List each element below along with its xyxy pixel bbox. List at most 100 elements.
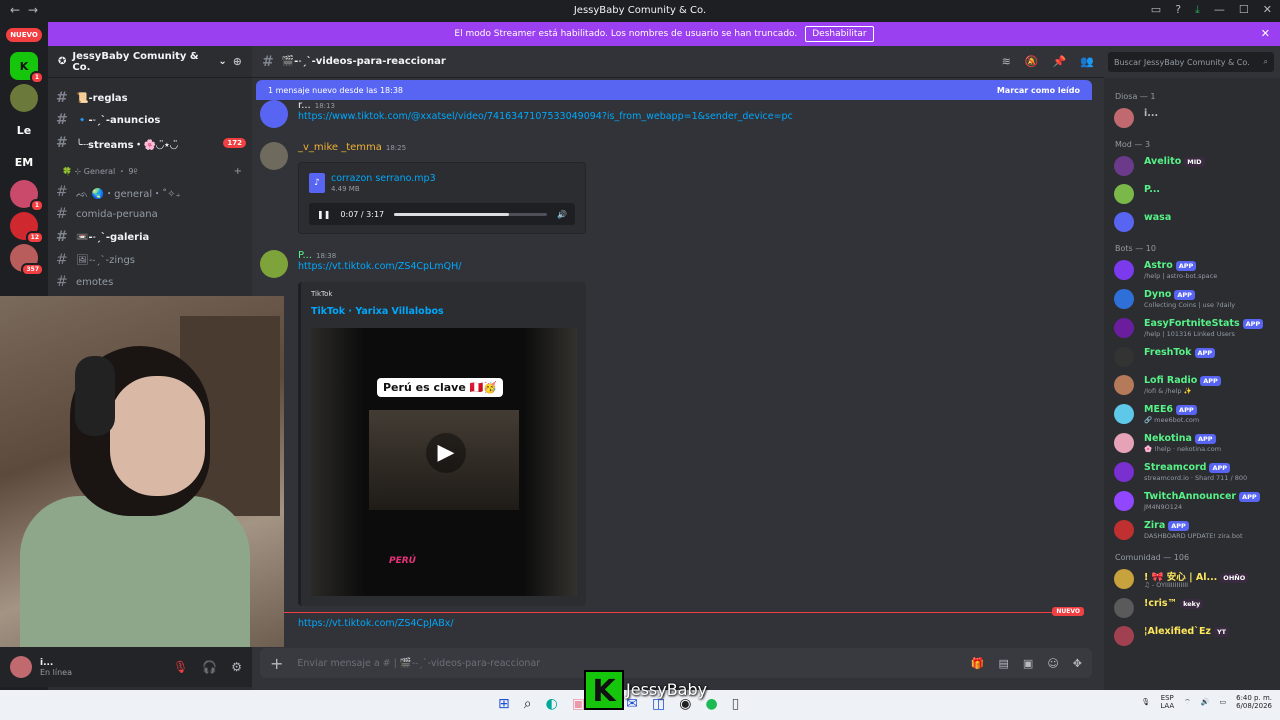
server-header[interactable]: ✪ JessyBaby Comunity & Co. ⌄ ⊕ — [48, 46, 252, 78]
close-icon[interactable]: ✕ — [1261, 27, 1270, 40]
member-name: !cris™ keky — [1144, 598, 1204, 609]
channel-item[interactable]: # 🖼-˗ˏˋ-zings — [56, 250, 246, 270]
avatar[interactable] — [260, 250, 288, 278]
message-link[interactable]: https://vt.tiktok.com/ZS4CpJABx/ — [298, 618, 454, 629]
play-icon[interactable]: ▶ — [426, 433, 466, 473]
member-item[interactable]: MEE6 APP 🔗 mee6bot.com — [1114, 402, 1280, 428]
app-badge: APP — [1174, 289, 1195, 300]
server-icon[interactable]: 357 — [10, 244, 44, 276]
channel-item[interactable]: # 🔹-˗ˏˋ-anuncios — [56, 110, 246, 130]
channel-item[interactable]: # emotes — [56, 272, 246, 292]
notes-icon[interactable]: ▯ — [732, 696, 740, 712]
member-list: Diosa — 1 i... Mod — 3 Avelito MID P... wasa Bo… — [1104, 78, 1280, 690]
avatar[interactable] — [260, 100, 288, 128]
close-window-icon[interactable]: ✕ — [1263, 3, 1272, 17]
channel-item[interactable]: # 📜-reglas — [56, 88, 246, 108]
sticker-icon[interactable]: ▣ — [1023, 657, 1033, 670]
message-author[interactable]: r... — [298, 100, 311, 111]
audio-seek-bar[interactable] — [394, 212, 548, 216]
member-item[interactable]: ! 🎀 安心 | Al... OHÑO ♫ - OYIIIIIIIIIIII — [1114, 567, 1280, 593]
message-author[interactable]: _v_mike _temma — [298, 142, 382, 153]
add-member-icon[interactable]: ⊕ — [233, 55, 242, 68]
add-attachment-icon[interactable]: + — [270, 654, 283, 673]
member-item[interactable]: !cris™ keky — [1114, 596, 1280, 622]
notifications-muted-icon[interactable]: 🔕 — [1025, 55, 1039, 68]
clock-time[interactable]: 6:40 p. m. — [1236, 694, 1272, 702]
member-item[interactable]: Zira APP DASHBOARD UPDATE! zira.bot — [1114, 518, 1280, 544]
edge-icon[interactable]: ◐ — [546, 696, 558, 712]
gif-icon[interactable]: ▤ — [999, 657, 1009, 670]
member-item[interactable]: Astro APP/help | astro-bot.space — [1114, 258, 1280, 284]
avatar[interactable] — [10, 656, 32, 678]
threads-icon[interactable]: ≋ — [1002, 55, 1011, 68]
category-general[interactable]: 🍀 ⊹ General ・ 9୧ + — [62, 166, 242, 177]
pin-icon[interactable]: 📌 — [1053, 55, 1067, 68]
apps-icon[interactable]: ✥ — [1073, 657, 1082, 670]
server-badge-icon: ✪ — [58, 56, 67, 67]
server-icon[interactable]: K1 — [10, 52, 44, 84]
maximize-icon[interactable]: ☐ — [1239, 3, 1249, 17]
message-link[interactable]: https://www.tiktok.com/@xxatsel/video/74… — [298, 111, 1058, 122]
member-item[interactable]: Streamcord APP streamcord.io · Shard 711 /… — [1114, 460, 1280, 486]
member-item[interactable]: TwitchAnnouncer APP JM4N9O124 — [1114, 489, 1280, 515]
channel-item[interactable]: # ╰┈streams・🌸◡̈⋆◡̈ 172 — [56, 133, 246, 153]
member-item[interactable]: P... — [1114, 182, 1280, 208]
inbox-icon[interactable]: ▭ — [1151, 3, 1161, 17]
volume-icon[interactable]: 🔊 — [1201, 698, 1210, 706]
hash-icon: # — [56, 90, 68, 106]
embed-video[interactable]: Perú es clave 🇵🇪🥳 ▶ PERÚ — [311, 328, 577, 596]
member-item[interactable]: FreshTok APP — [1114, 345, 1280, 371]
audio-player: ❚❚ 0:07 / 3:17 🔊 — [309, 203, 575, 225]
server-icon[interactable]: 12 — [10, 212, 44, 244]
server-icon[interactable] — [10, 84, 38, 112]
search-icon[interactable]: ⌕ — [524, 696, 532, 712]
nuevo-badge[interactable]: NUEVO — [6, 28, 42, 42]
message-author[interactable]: P... — [298, 250, 312, 261]
spotify-icon[interactable]: ● — [705, 696, 717, 712]
avatar[interactable] — [260, 142, 288, 170]
minimize-icon[interactable]: — — [1214, 3, 1225, 17]
member-status-text: streamcord.io · Shard 711 / 800 — [1144, 474, 1248, 482]
gift-icon[interactable]: 🎁 — [971, 657, 985, 670]
server-icon[interactable]: 1 — [10, 180, 44, 212]
disable-streamer-button[interactable]: Deshabilitar — [805, 26, 874, 42]
add-channel-icon[interactable]: + — [234, 166, 242, 177]
member-item[interactable]: ¦Alexified`Ez YT — [1114, 624, 1280, 650]
server-icon[interactable]: EM — [10, 148, 38, 176]
help-icon[interactable]: ? — [1175, 3, 1181, 17]
wifi-icon[interactable]: ⌔ — [1184, 698, 1191, 707]
member-item[interactable]: Dyno APP Collecting Coins | use ?daily — [1114, 287, 1280, 313]
channel-item[interactable]: # comida-peruana — [56, 204, 246, 224]
mic-icon[interactable]: 🎙 — [1141, 698, 1150, 706]
members-icon[interactable]: 👥 — [1080, 55, 1094, 68]
download-icon[interactable]: ⤓ — [1195, 3, 1200, 17]
member-item[interactable]: wasa — [1114, 210, 1280, 236]
gear-icon[interactable]: ⚙ — [231, 660, 242, 674]
member-item[interactable]: Lofi Radio APP/lofi & /help ✨ — [1114, 373, 1280, 399]
message-link[interactable]: https://vt.tiktok.com/ZS4CpLmQH/ — [298, 261, 1058, 272]
audio-filename[interactable]: corrazon serrano.mp3 — [331, 173, 436, 184]
app-badge: APP — [1239, 491, 1260, 502]
embed-title[interactable]: TikTok · Yarixa Villalobos — [311, 306, 444, 317]
windows-start-icon[interactable]: ⊞ — [498, 696, 510, 712]
channel-item[interactable]: # ᨒ 🌏・general・˚✧₊ — [56, 182, 246, 202]
search-input[interactable]: Buscar JessyBaby Comunity & Co. ⌕ — [1108, 52, 1274, 72]
member-item[interactable]: Avelito MID — [1114, 154, 1280, 180]
hash-icon: # — [56, 252, 68, 268]
member-item[interactable]: EasyFortniteStats APP/help | 101316 Linke… — [1114, 316, 1280, 342]
headphones-icon[interactable]: 🎧 — [202, 660, 217, 674]
member-item[interactable]: Nekotina APP 🌸 !help · nekotina.com — [1114, 431, 1280, 457]
mic-muted-icon[interactable]: 🎙 — [173, 660, 188, 674]
new-messages-bar[interactable]: 1 mensaje nuevo desde las 18:38 Marcar c… — [256, 80, 1092, 100]
battery-icon[interactable]: ▭ — [1219, 698, 1226, 706]
member-item[interactable]: i... — [1114, 106, 1280, 132]
language-indicator[interactable]: ESP — [1160, 694, 1174, 702]
channel-item[interactable]: # 📼-˗ˏˋ-galeria — [56, 227, 246, 247]
emoji-icon[interactable]: ☺ — [1047, 657, 1058, 670]
mark-read-button[interactable]: Marcar como leído — [997, 86, 1080, 95]
volume-icon[interactable]: 🔊 — [557, 210, 567, 219]
message-composer[interactable]: + Enviar mensaje a # | 🎬-˗ˏˋ-videos-para… — [260, 648, 1092, 678]
stream-overlay-logo: K — [584, 670, 624, 710]
pause-icon[interactable]: ❚❚ — [317, 210, 330, 219]
server-icon[interactable]: Le — [10, 116, 38, 144]
